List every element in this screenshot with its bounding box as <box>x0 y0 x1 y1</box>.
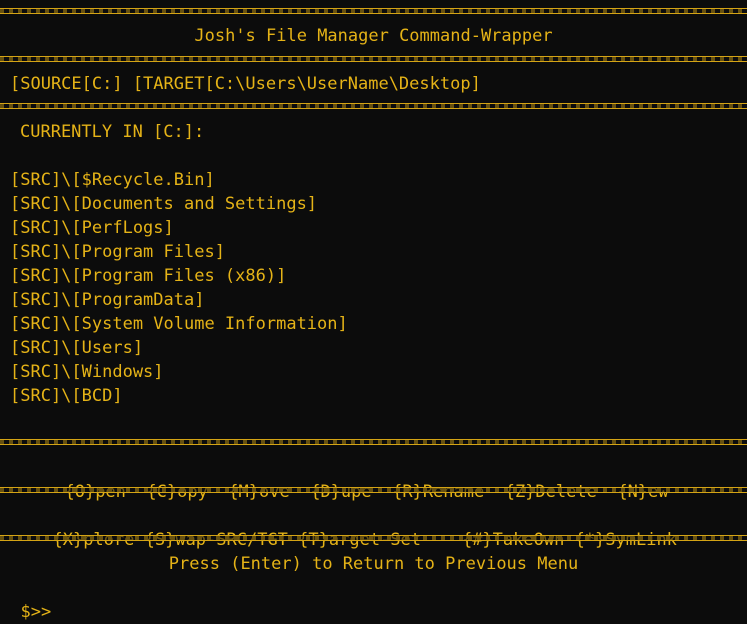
separator-below-menu <box>0 535 747 541</box>
list-item[interactable]: [SRC]\[BCD] <box>10 384 348 408</box>
separator-above-menu <box>0 439 747 445</box>
list-item[interactable]: [SRC]\[Program Files (x86)] <box>10 264 348 288</box>
directory-listing: [SRC]\[$Recycle.Bin] [SRC]\[Documents an… <box>10 168 348 408</box>
command-menu-row-1: {O}pen {C}opy {M}ove {D}upe {R}Rename {Z… <box>44 456 668 502</box>
footer-hint: Press (Enter) to Return to Previous Menu <box>168 554 579 574</box>
current-location-label: CURRENTLY IN [C:]: <box>20 122 205 142</box>
list-item[interactable]: [SRC]\[System Volume Information] <box>10 312 348 336</box>
separator-below-status <box>0 103 747 109</box>
list-item[interactable]: [SRC]\[Program Files] <box>10 240 348 264</box>
list-item[interactable]: [SRC]\[$Recycle.Bin] <box>10 168 348 192</box>
list-item[interactable]: [SRC]\[Documents and Settings] <box>10 192 348 216</box>
separator-top <box>0 8 747 14</box>
source-target-status: [SOURCE[C:] [TARGET[C:\Users\UserName\De… <box>10 74 481 94</box>
list-item[interactable]: [SRC]\[PerfLogs] <box>10 216 348 240</box>
list-item[interactable]: [SRC]\[Windows] <box>10 360 348 384</box>
separator-between-menus <box>0 487 747 493</box>
app-title: Josh's File Manager Command-Wrapper <box>194 26 553 46</box>
command-prompt[interactable]: $>> <box>0 576 60 622</box>
list-item[interactable]: [SRC]\[ProgramData] <box>10 288 348 312</box>
list-item[interactable]: [SRC]\[Users] <box>10 336 348 360</box>
prompt-symbol: $>> <box>20 602 52 622</box>
separator-below-title <box>0 56 747 62</box>
command-menu-row-2: {X}plore {S}wap-SRC/TGT {T}arget-Set {#}… <box>32 504 676 550</box>
